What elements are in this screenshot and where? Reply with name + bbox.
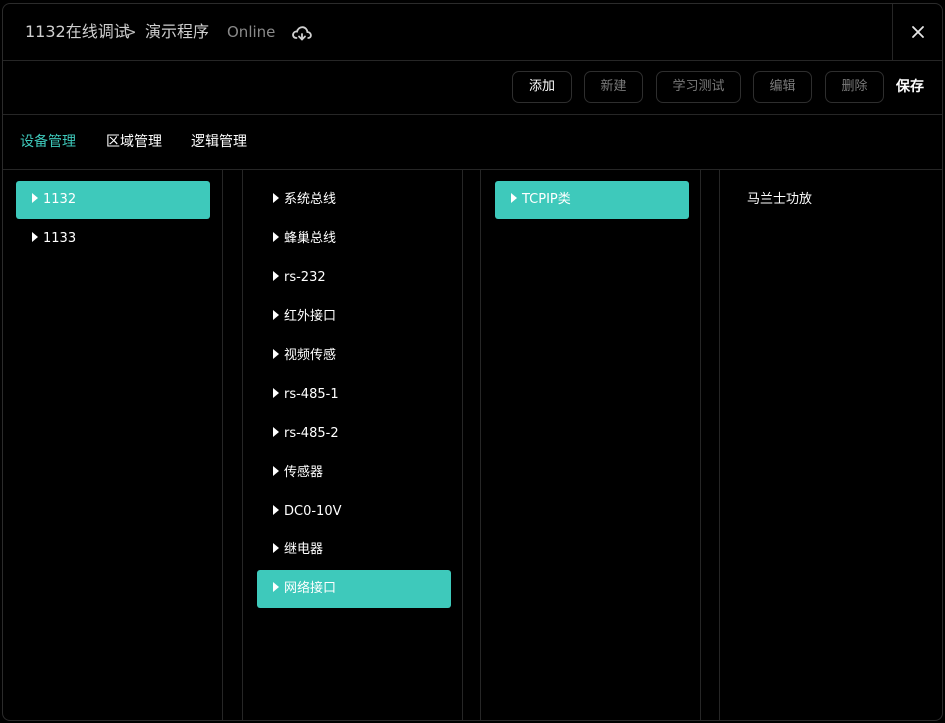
- breadcrumb-separator: >: [124, 23, 137, 41]
- interface-column: 系统总线 蜂巢总线 rs-232 红外接口 视频传感 rs-485-1 rs-4…: [242, 170, 463, 720]
- caret-right-icon: [273, 465, 279, 476]
- tab-bar: 设备管理 区域管理 逻辑管理: [3, 115, 942, 170]
- caret-right-icon: [273, 231, 279, 242]
- edit-button[interactable]: 编辑: [753, 71, 812, 103]
- caret-right-icon: [273, 581, 279, 592]
- item-column: 马兰士功放: [719, 170, 942, 720]
- close-button[interactable]: [892, 4, 942, 60]
- save-button[interactable]: 保存: [896, 71, 924, 103]
- cloud-sync-icon: [292, 26, 312, 41]
- connection-status: Online: [227, 23, 276, 41]
- interface-item-label: 系统总线: [284, 192, 337, 207]
- interface-item[interactable]: 红外接口: [257, 298, 451, 336]
- tab-device-management[interactable]: 设备管理: [20, 132, 76, 152]
- delete-button[interactable]: 删除: [825, 71, 884, 103]
- caret-right-icon: [511, 192, 517, 203]
- caret-right-icon: [273, 192, 279, 203]
- breadcrumb-program: 演示程序: [145, 22, 210, 41]
- caret-right-icon: [273, 426, 279, 437]
- breadcrumb-device[interactable]: 1132在线调试: [25, 21, 130, 43]
- interface-item-label: 网络接口: [284, 581, 337, 596]
- interface-item-label: 红外接口: [284, 309, 337, 324]
- interface-item[interactable]: 继电器: [257, 531, 451, 569]
- tab-logic-management[interactable]: 逻辑管理: [191, 132, 247, 152]
- leaf-item[interactable]: 马兰士功放: [747, 181, 812, 219]
- caret-right-icon: [273, 542, 279, 553]
- interface-item-selected[interactable]: 网络接口: [257, 570, 451, 608]
- device-item-label: 1133: [43, 231, 77, 246]
- interface-item[interactable]: DC0-10V: [257, 493, 451, 531]
- caret-right-icon: [273, 270, 279, 281]
- close-icon[interactable]: [911, 25, 925, 39]
- caret-right-icon: [273, 309, 279, 320]
- category-column: TCPIP类: [480, 170, 701, 720]
- interface-item[interactable]: rs-485-2: [257, 415, 451, 453]
- interface-item-label: rs-485-1: [284, 387, 339, 402]
- interface-item-label: 视频传感: [284, 348, 337, 363]
- interface-item[interactable]: 蜂巢总线: [257, 220, 451, 258]
- interface-item[interactable]: rs-232: [257, 259, 451, 297]
- device-item-1132[interactable]: 1132: [16, 181, 210, 219]
- device-item-label: 1132: [43, 192, 77, 207]
- caret-right-icon: [32, 192, 38, 203]
- dialog-window: 1132在线调试 > 演示程序 Online 添加 新建 学习测试 编辑 删除 …: [2, 3, 943, 721]
- device-item-1133[interactable]: 1133: [16, 220, 210, 258]
- add-button[interactable]: 添加: [512, 71, 572, 103]
- interface-item-label: 继电器: [284, 542, 324, 557]
- category-item-tcpip[interactable]: TCPIP类: [495, 181, 689, 219]
- caret-right-icon: [273, 504, 279, 515]
- interface-item[interactable]: 系统总线: [257, 181, 451, 219]
- device-column: 1132 1133: [3, 170, 223, 720]
- interface-item[interactable]: 传感器: [257, 454, 451, 492]
- interface-item-label: rs-485-2: [284, 426, 339, 441]
- title-bar: 1132在线调试 > 演示程序 Online: [3, 4, 942, 61]
- interface-item[interactable]: rs-485-1: [257, 376, 451, 414]
- toolbar: 添加 新建 学习测试 编辑 删除 保存: [3, 61, 942, 115]
- caret-right-icon: [273, 387, 279, 398]
- caret-right-icon: [273, 348, 279, 359]
- interface-item-label: DC0-10V: [284, 504, 342, 519]
- category-item-label: TCPIP类: [522, 192, 571, 207]
- caret-right-icon: [32, 231, 38, 242]
- interface-item[interactable]: 视频传感: [257, 337, 451, 375]
- interface-item-label: 蜂巢总线: [284, 231, 337, 246]
- tab-area-management[interactable]: 区域管理: [106, 132, 162, 152]
- learn-test-button[interactable]: 学习测试: [656, 71, 741, 103]
- interface-item-label: 传感器: [284, 465, 324, 480]
- interface-item-label: rs-232: [284, 270, 326, 285]
- new-button[interactable]: 新建: [584, 71, 643, 103]
